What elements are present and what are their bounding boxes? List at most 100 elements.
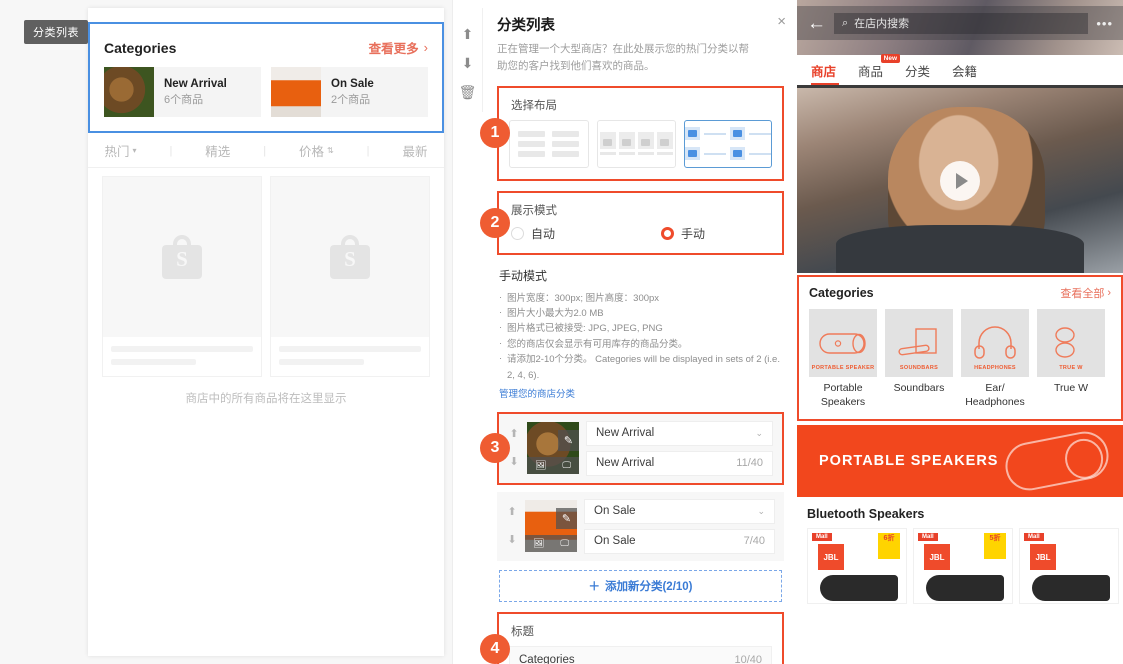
phone-category-item[interactable]: TRUE W True W <box>1037 309 1105 409</box>
mall-badge: Mall <box>1024 533 1044 542</box>
phone-category-caption: TRUE W <box>1059 365 1083 372</box>
move-up-icon[interactable]: ⬆ <box>509 428 518 440</box>
category-cell[interactable]: On Sale 2个商品 <box>271 67 428 117</box>
more-options-icon[interactable]: ••• <box>1096 16 1113 31</box>
editor-body: × 分类列表 正在管理一个大型商店？在此处展示您的热门分类以帮助您的客户找到他们… <box>480 0 798 664</box>
edit-pencil-icon[interactable]: ✎ <box>558 430 579 452</box>
phone-category-name: Soundbars <box>893 382 945 394</box>
layout-option-grid[interactable] <box>684 119 772 168</box>
category-name-input[interactable]: On Sale 7/40 <box>584 528 775 554</box>
categories-widget[interactable]: Categories 查看更多 › New Arrival 6个商品 On Sa… <box>88 22 444 133</box>
back-arrow-icon[interactable]: ← <box>807 14 826 33</box>
phone-category-name: True W <box>1053 382 1089 394</box>
layout-option-row[interactable] <box>596 119 676 168</box>
category-row: ⬆ ⬇ ✎ 🖼 🖵 On Sale ⌄ On Sale 7/40 <box>497 491 784 561</box>
product-skeleton-grid: S S <box>88 176 444 377</box>
manual-bullet: 图片宽度：300px; 图片高度：300px <box>499 290 782 306</box>
product-card[interactable]: Mall JBL 5折 <box>913 528 1013 605</box>
category-row: ⬆ ⬇ ✎ 🖼 🖵 New Arrival ⌄ New Arrival 11/4… <box>499 413 782 483</box>
annotation-badge-4: 4 <box>480 633 510 664</box>
see-all-link[interactable]: 查看全部 › <box>1060 285 1111 301</box>
move-down-icon[interactable]: ⬇ <box>507 534 516 546</box>
editor-side-toolbar: ⬆ ⬇ 🗑 <box>453 8 483 112</box>
phone-video-block[interactable] <box>797 88 1123 273</box>
radio-auto-circle <box>511 226 524 240</box>
manage-categories-link[interactable]: 管理您的商店分类 <box>499 386 575 400</box>
tab-categories[interactable]: 分类 <box>905 61 930 80</box>
category-select[interactable]: New Arrival ⌄ <box>586 420 773 446</box>
move-up-icon[interactable]: ⬆ <box>460 26 476 42</box>
filter-price[interactable]: 价格 ⇅ <box>299 141 334 160</box>
manual-bullet: 您的商店仅会显示有可用库存的商品分类。 <box>499 336 782 352</box>
layout-option-list[interactable] <box>509 119 589 168</box>
move-down-icon[interactable]: ⬇ <box>509 456 518 468</box>
phone-hero-image: ← ⌕ 在店内搜索 ••• <box>797 0 1123 55</box>
filter-popular[interactable]: 热门 ▾ <box>104 141 136 160</box>
upload-image-icon[interactable]: 🖼 <box>533 538 544 549</box>
filter-popular-label: 热门 <box>104 145 130 159</box>
category-thumbnail-image <box>104 67 154 117</box>
tab-products-label: 商品 <box>858 64 884 79</box>
upload-image-icon[interactable]: 🖼 <box>535 460 546 471</box>
phone-category-caption: PORTABLE SPEAKER <box>811 365 875 372</box>
move-down-icon[interactable]: ⬇ <box>460 55 476 71</box>
brand-logo: JBL <box>1030 544 1056 571</box>
screen-icon[interactable]: 🖵 <box>560 538 569 549</box>
chevron-right-icon: › <box>1107 287 1111 299</box>
edit-pencil-icon[interactable]: ✎ <box>556 508 577 530</box>
layout-section: 1 选择布局 <box>480 85 784 181</box>
radio-auto[interactable]: 自动 <box>511 225 661 242</box>
phone-category-item[interactable]: PORTABLE SPEAKER Portable Speakers <box>809 309 877 409</box>
filter-newest[interactable]: 最新 <box>402 141 427 160</box>
mall-badge: Mall <box>812 533 832 542</box>
category-name-input[interactable]: New Arrival 11/40 <box>586 450 773 476</box>
editor-title: 分类列表 <box>497 18 555 34</box>
video-subject-body <box>836 224 1084 273</box>
chevron-right-icon: › <box>423 40 428 55</box>
category-product-count: 6个商品 <box>164 93 204 106</box>
manual-bullet: 请添加2-10个分类。 Categories will be displayed… <box>499 351 782 383</box>
thumbnail-action-bar: 🖼 🖵 <box>527 457 579 475</box>
see-more-link[interactable]: 查看更多 › <box>369 38 428 57</box>
add-category-button[interactable]: ＋ 添加新分类(2/10) <box>499 569 782 602</box>
title-input-value: Categories <box>519 653 575 664</box>
shopping-bag-icon: S <box>162 235 202 279</box>
phone-category-item[interactable]: HEADPHONES Ear/ Headphones <box>961 309 1029 409</box>
search-icon: ⌕ <box>842 16 849 29</box>
editor-panel: ⬆ ⬇ 🗑 × 分类列表 正在管理一个大型商店？在此处展示您的热门分类以帮助您的… <box>452 0 797 664</box>
row-thumbnail[interactable]: ✎ 🖼 🖵 <box>527 422 579 475</box>
search-input[interactable]: ⌕ 在店内搜索 <box>834 12 1089 34</box>
display-mode-options: 自动 手动 <box>499 225 782 253</box>
product-card[interactable]: Mall JBL <box>1019 528 1119 605</box>
filter-featured[interactable]: 精选 <box>205 141 230 160</box>
row-fields: New Arrival ⌄ New Arrival 11/40 <box>586 420 773 476</box>
title-input[interactable]: Categories 10/40 <box>509 645 772 664</box>
play-button-icon[interactable] <box>940 160 980 201</box>
tab-membership[interactable]: 会籍 <box>952 61 977 80</box>
category-select-value: New Arrival <box>596 427 655 440</box>
annotation-badge-1: 1 <box>480 118 510 149</box>
editor-description: 正在管理一个大型商店？在此处展示您的热门分类以帮助您的客户找到他们喜欢的商品。 <box>497 43 749 73</box>
annotation-badge-2: 2 <box>480 207 510 238</box>
radio-manual[interactable]: 手动 <box>661 225 705 242</box>
category-select[interactable]: On Sale ⌄ <box>584 498 775 524</box>
phone-category-item[interactable]: SOUNDBARS Soundbars <box>885 309 953 409</box>
product-filter-bar: 热门 ▾ | 精选 | 价格 ⇅ | 最新 <box>88 134 444 168</box>
phone-category-name: Portable Speakers <box>820 382 866 408</box>
product-placeholder-image: S <box>103 177 261 337</box>
row-thumbnail[interactable]: ✎ 🖼 🖵 <box>525 500 577 553</box>
tab-shop[interactable]: 商店 <box>811 61 836 80</box>
display-mode-section: 2 展示模式 自动 手动 <box>480 190 784 255</box>
manual-bullet: 图片大小最大为2.0 MB <box>499 305 782 321</box>
product-card[interactable]: Mall JBL 6折 <box>807 528 907 605</box>
promo-banner[interactable]: PORTABLE SPEAKERS <box>797 425 1123 498</box>
row-fields: On Sale ⌄ On Sale 7/40 <box>584 498 775 554</box>
phone-categories-header: Categories 查看全部 › <box>809 285 1111 301</box>
product-skeleton-card: S <box>270 176 430 377</box>
category-cell[interactable]: New Arrival 6个商品 <box>104 67 261 117</box>
close-icon[interactable]: × <box>777 14 786 29</box>
tab-products[interactable]: 商品 New <box>858 53 901 80</box>
move-up-icon[interactable]: ⬆ <box>507 506 516 518</box>
screen-icon[interactable]: 🖵 <box>562 460 571 471</box>
delete-icon[interactable]: 🗑 <box>459 84 477 100</box>
